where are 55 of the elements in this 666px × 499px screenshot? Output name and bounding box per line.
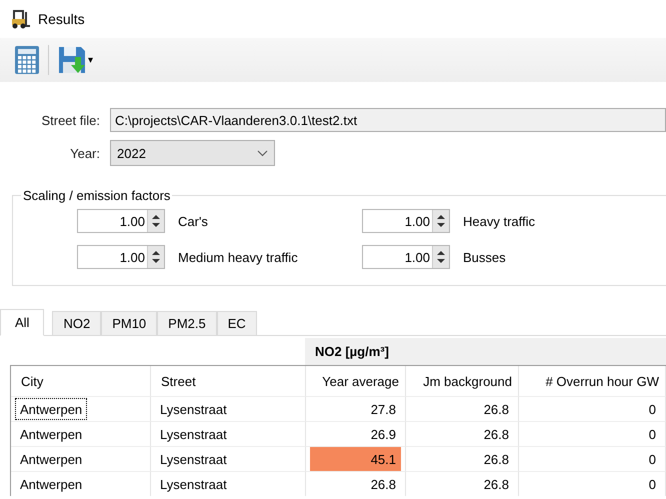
table-cell-text: 0 [648, 426, 657, 444]
column-header[interactable]: Jm background [406, 366, 519, 396]
spin-arrows-icon[interactable] [151, 249, 161, 265]
table-cell-text: Antwerpen [19, 476, 84, 494]
table-cell: Antwerpen [15, 398, 88, 420]
column-header[interactable]: Year average [306, 366, 406, 396]
calculator-icon [14, 45, 40, 75]
table-cell-text: Lysenstraat [159, 426, 228, 444]
spin-arrows-icon[interactable] [436, 213, 446, 229]
factor-spinner[interactable]: 1.00 [362, 209, 450, 233]
tab[interactable]: EC [216, 311, 257, 335]
column-header[interactable]: # Overrun hour GW [519, 366, 666, 396]
tab[interactable]: PM10 [101, 311, 158, 335]
column-group-header: NO2 [µg/m³] [305, 338, 666, 365]
factor-label: Heavy traffic [463, 214, 536, 228]
calculate-button[interactable] [14, 45, 40, 75]
column-header[interactable]: City [11, 366, 151, 396]
column-header[interactable]: Street [151, 366, 306, 396]
table-cell-text: 26.8 [482, 450, 510, 468]
year-dropdown[interactable]: 2022 [110, 140, 275, 166]
factor-spinner[interactable]: 1.00 [77, 245, 165, 269]
spin-arrows-icon[interactable] [151, 213, 161, 229]
factor-label: Busses [463, 250, 506, 264]
table-cell-text: 0 [648, 450, 657, 468]
save-icon [57, 45, 87, 75]
chevron-down-icon [257, 150, 268, 156]
table-cell-text: Antwerpen [19, 450, 84, 469]
table-cell: 45.1 [310, 447, 401, 471]
tab[interactable]: PM2.5 [157, 311, 217, 335]
factor-spinner[interactable]: 1.00 [362, 245, 450, 269]
table-cell-text: Lysenstraat [159, 476, 228, 494]
table-cell-text: 27.8 [370, 400, 397, 418]
tab[interactable]: NO2 [52, 311, 102, 335]
forklift-icon [10, 9, 30, 29]
table-cell-text: 0 [648, 400, 657, 418]
window-title: Results [38, 11, 85, 27]
factor-spinner[interactable]: 1.00 [77, 209, 165, 233]
year-label: Year: [69, 146, 100, 160]
save-button[interactable]: ▾ [57, 45, 93, 75]
table-cell-text: 0 [648, 476, 657, 494]
table-cell-text: Lysenstraat [159, 400, 228, 419]
table-cell-text: Lysenstraat [159, 450, 228, 469]
table-cell-text: 26.8 [482, 400, 510, 418]
tab[interactable]: All [0, 309, 44, 336]
table-cell-text: 26.8 [482, 426, 510, 444]
street-file-field[interactable]: C:\projects\CAR-Vlaanderen3.0.1\test2.txt [110, 108, 666, 132]
spin-arrows-icon[interactable] [436, 249, 446, 265]
group-title: Scaling / emission factors [22, 188, 172, 203]
table-cell-text: 26.8 [482, 476, 510, 494]
street-file-label: Street file: [40, 112, 100, 128]
factor-label: Car's [178, 214, 208, 228]
table-cell-text: Antwerpen [19, 426, 84, 444]
table-cell-text: 26.8 [370, 476, 397, 494]
table-cell-text: 26.9 [370, 426, 397, 444]
factor-label: Medium heavy traffic [178, 250, 298, 264]
